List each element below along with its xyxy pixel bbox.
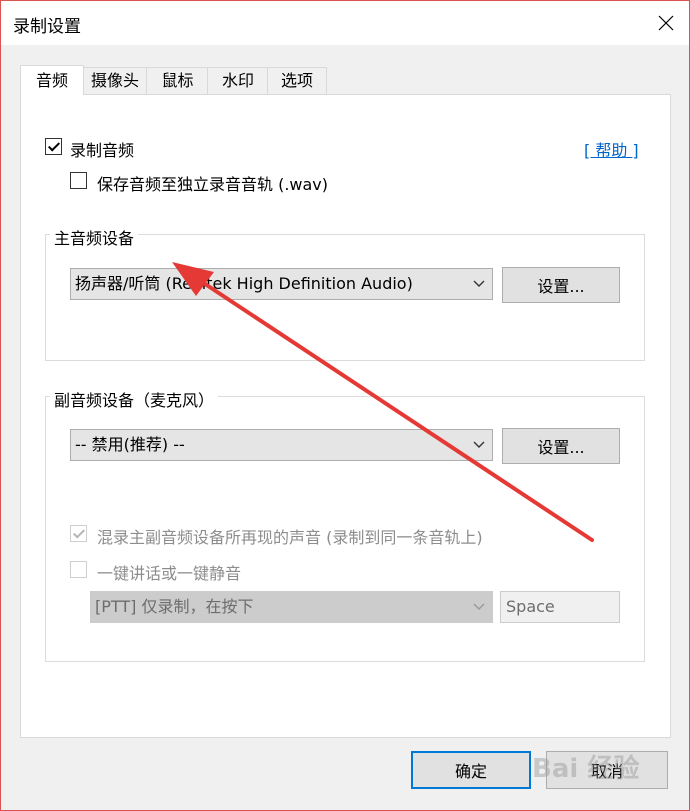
push-to-talk-checkbox[interactable]	[70, 561, 87, 578]
audio-tab-panel: 录制音频 [ 帮助 ] 保存音频至独立录音音轨 (.wav) 主音频设备 扬声器…	[20, 94, 671, 738]
close-button[interactable]	[643, 1, 689, 45]
tab-options[interactable]: 选项	[267, 67, 327, 94]
tab-camera[interactable]: 摄像头	[82, 67, 148, 94]
mix-audio-label: 混录主副音频设备所再现的声音 (录制到同一条音轨上)	[97, 528, 483, 547]
secondary-audio-device-select[interactable]: -- 禁用(推荐) --	[70, 429, 493, 461]
title-bar[interactable]: 录制设置	[1, 1, 689, 45]
tab-mouse[interactable]: 鼠标	[146, 67, 209, 94]
push-to-talk-label: 一键讲话或一键静音	[97, 564, 242, 583]
chevron-down-icon	[472, 269, 486, 299]
chevron-down-icon	[472, 430, 486, 460]
chevron-down-icon	[472, 592, 486, 622]
mix-audio-checkbox[interactable]	[70, 525, 87, 542]
secondary-audio-settings-button[interactable]: 设置...	[502, 428, 620, 464]
save-wav-label: 保存音频至独立录音音轨 (.wav)	[97, 175, 329, 194]
window-title: 录制设置	[13, 17, 81, 37]
record-audio-label: 录制音频	[70, 141, 135, 160]
help-link[interactable]: [ 帮助 ]	[584, 137, 639, 161]
watermark: Bai 经验	[532, 754, 640, 784]
ptt-mode-value: [PTT] 仅录制，在按下	[95, 597, 254, 616]
main-audio-settings-button[interactable]: 设置...	[502, 267, 620, 303]
ptt-mode-select[interactable]: [PTT] 仅录制，在按下	[90, 591, 493, 623]
main-audio-device-value: 扬声器/听筒 (Realtek High Definition Audio)	[75, 274, 413, 293]
main-audio-device-title: 主音频设备	[50, 225, 139, 249]
secondary-audio-device-value: -- 禁用(推荐) --	[75, 435, 185, 454]
record-audio-checkbox[interactable]	[45, 138, 62, 155]
main-audio-device-select[interactable]: 扬声器/听筒 (Realtek High Definition Audio)	[70, 268, 493, 300]
close-icon	[658, 15, 674, 31]
ptt-hotkey-field[interactable]: Space	[500, 591, 620, 623]
recording-settings-dialog: 录制设置 音频 摄像头 鼠标 水印 选项 录制音频 [ 帮助 ] 保存音频至独立…	[0, 0, 690, 811]
ok-button[interactable]: 确定	[411, 751, 531, 789]
secondary-audio-device-title: 副音频设备（麦克风）	[50, 387, 219, 411]
tab-watermark[interactable]: 水印	[207, 67, 269, 94]
tab-audio[interactable]: 音频	[20, 65, 84, 95]
save-wav-checkbox[interactable]	[70, 172, 87, 189]
